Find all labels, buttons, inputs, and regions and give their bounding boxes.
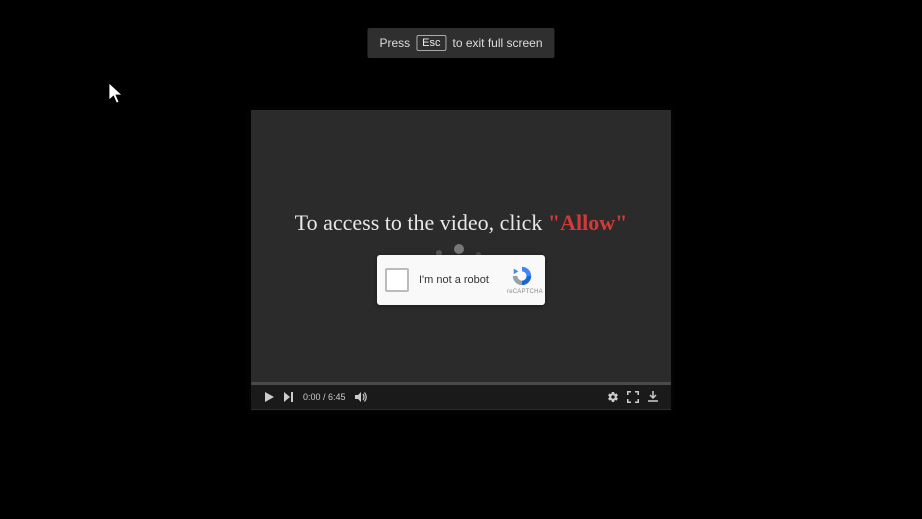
esc-key-label: Esc xyxy=(416,35,446,51)
toast-suffix: to exit full screen xyxy=(452,36,542,50)
recaptcha-logo: reCAPTCHA xyxy=(507,265,537,295)
volume-button[interactable] xyxy=(352,387,372,407)
mouse-cursor-icon xyxy=(108,82,126,106)
play-button[interactable] xyxy=(259,387,279,407)
prompt-allow-word: "Allow" xyxy=(548,210,627,235)
recaptcha-checkbox[interactable] xyxy=(385,268,409,292)
download-button[interactable] xyxy=(643,387,663,407)
video-player-area[interactable]: To access to the video, click "Allow" I'… xyxy=(251,110,671,410)
recaptcha-brand-text: reCAPTCHA xyxy=(507,289,537,295)
fullscreen-button[interactable] xyxy=(623,387,643,407)
prompt-prefix: To access to the video, click xyxy=(295,210,548,235)
recaptcha-label: I'm not a robot xyxy=(419,274,507,286)
access-prompt-text: To access to the video, click "Allow" xyxy=(251,210,671,236)
video-time-display: 0:00 / 6:45 xyxy=(303,392,346,402)
settings-button[interactable] xyxy=(603,387,623,407)
toast-prefix: Press xyxy=(379,36,410,50)
fullscreen-exit-toast: Press Esc to exit full screen xyxy=(367,28,554,58)
recaptcha-widget[interactable]: I'm not a robot reCAPTCHA xyxy=(377,255,545,305)
video-controls-bar: 0:00 / 6:45 xyxy=(251,385,671,409)
next-button[interactable] xyxy=(279,387,299,407)
